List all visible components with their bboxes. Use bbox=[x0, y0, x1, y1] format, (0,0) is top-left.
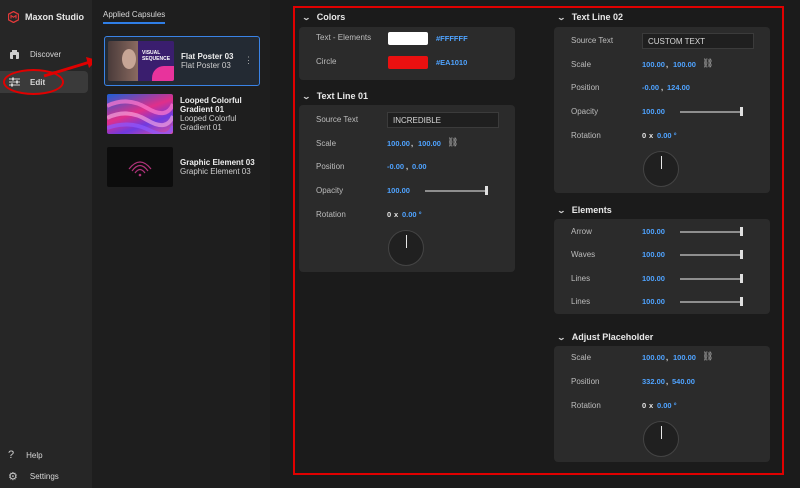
gear-icon: ⚙ bbox=[8, 471, 18, 483]
capsule-title: Graphic Element 03 bbox=[180, 158, 255, 167]
capsules-header: Applied Capsules bbox=[103, 10, 166, 19]
nav-label: Settings bbox=[29, 472, 59, 481]
capsule-subtitle: Flat Poster 03 bbox=[181, 61, 231, 70]
capsule-title: Looped Colorful Gradient 01 bbox=[180, 96, 242, 114]
capsule-thumbnail bbox=[107, 94, 173, 134]
nav-label: Help bbox=[26, 450, 43, 460]
question-icon: ? bbox=[8, 449, 15, 461]
app-name: Maxon Studio bbox=[25, 12, 84, 22]
brand: Maxon Studio bbox=[8, 11, 84, 23]
capsule-thumbnail: VISUAL SEQUENCE bbox=[108, 41, 174, 81]
capsule-item-looped-gradient[interactable]: Looped Colorful Gradient 01 Looped Color… bbox=[104, 89, 260, 139]
annotation-circle bbox=[3, 69, 64, 95]
capsule-thumbnail bbox=[107, 147, 173, 187]
capsule-subtitle: Looped Colorful Gradient 01 bbox=[180, 114, 237, 132]
nav-item-discover[interactable]: Discover bbox=[0, 43, 88, 65]
more-options-icon[interactable]: ⋮ bbox=[244, 55, 253, 66]
capsule-subtitle: Graphic Element 03 bbox=[180, 167, 251, 176]
capsule-item-graphic-element[interactable]: Graphic Element 03 Graphic Element 03 bbox=[104, 142, 260, 192]
nav-item-settings[interactable]: ⚙ Settings bbox=[0, 470, 59, 483]
left-nav: Maxon Studio Discover Edit ? Help ⚙ Sett… bbox=[0, 0, 92, 488]
tab-underline bbox=[103, 22, 165, 24]
capsule-item-flat-poster[interactable]: VISUAL SEQUENCE Flat Poster 03 Flat Post… bbox=[104, 36, 260, 86]
nav-label: Discover bbox=[30, 49, 62, 59]
nav-item-help[interactable]: ? Help bbox=[0, 449, 43, 461]
home-icon bbox=[8, 48, 20, 60]
maxon-logo-icon bbox=[8, 11, 19, 23]
applied-capsules-panel: Applied Capsules VISUAL SEQUENCE Flat Po… bbox=[92, 0, 270, 488]
capsule-title: Flat Poster 03 bbox=[181, 52, 234, 61]
annotation-highlight-box bbox=[293, 6, 784, 475]
thumbnail-text: VISUAL SEQUENCE bbox=[142, 50, 171, 62]
